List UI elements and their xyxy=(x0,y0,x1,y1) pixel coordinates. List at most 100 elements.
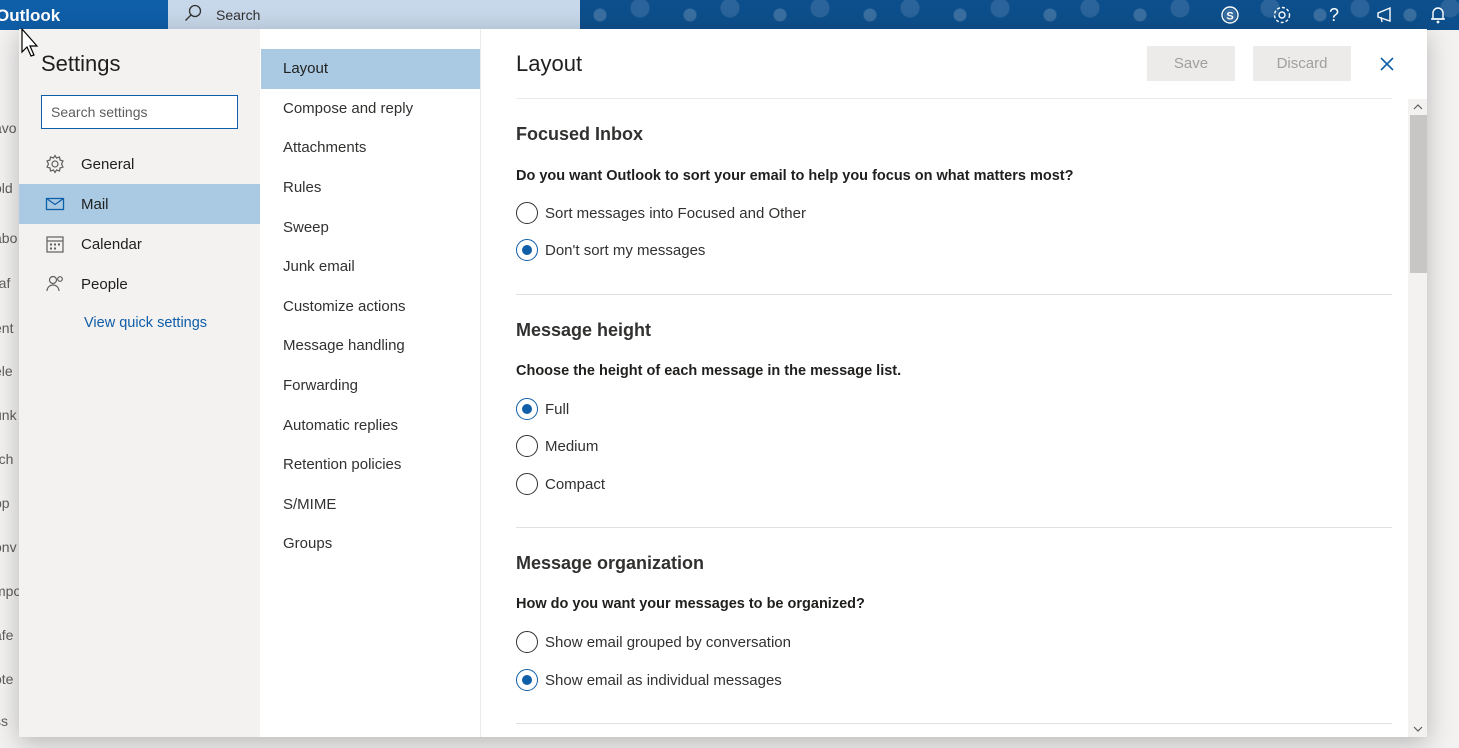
message-height-option-full[interactable]: Full xyxy=(516,398,569,420)
folder-fragment: raf xyxy=(0,275,11,291)
focused-inbox-option-dont-sort[interactable]: Don't sort my messages xyxy=(516,239,705,261)
subcategory-message-handling[interactable]: Message handling xyxy=(261,326,480,366)
subcategory-forwarding[interactable]: Forwarding xyxy=(261,366,480,406)
layout-settings-pane: Layout Save Discard Focused Inbox Do you… xyxy=(481,29,1427,737)
svg-text:?: ? xyxy=(1329,5,1339,25)
search-settings-input[interactable] xyxy=(41,95,238,129)
close-button[interactable] xyxy=(1374,51,1400,77)
section-divider xyxy=(516,723,1392,724)
scrollbar-thumb[interactable] xyxy=(1410,115,1427,273)
subcategory-junk-email[interactable]: Junk email xyxy=(261,247,480,287)
content-scrollbar[interactable] xyxy=(1408,99,1427,737)
option-label: Compact xyxy=(545,475,606,493)
discard-button[interactable]: Discard xyxy=(1253,46,1351,81)
message-height-heading: Message height xyxy=(516,320,652,340)
topbar-icons: S ? xyxy=(1217,0,1451,30)
settings-title: Settings xyxy=(41,51,121,76)
save-button[interactable]: Save xyxy=(1147,46,1235,81)
notifications-bell-icon[interactable] xyxy=(1425,2,1451,28)
outlook-topbar: Outlook Search S ? xyxy=(0,0,1459,30)
background-folder-strip: avo old abo raf ent ele unk rch pp onv m… xyxy=(0,30,20,748)
top-search-label: Search xyxy=(216,7,261,23)
focused-inbox-heading: Focused Inbox xyxy=(516,124,644,144)
app-name[interactable]: Outlook xyxy=(0,6,60,26)
close-icon xyxy=(1380,57,1394,71)
skype-icon[interactable]: S xyxy=(1217,2,1243,28)
scroll-up-arrow-icon[interactable] xyxy=(1411,100,1425,114)
focused-inbox-question: Do you want Outlook to sort your email t… xyxy=(516,168,1074,184)
section-divider xyxy=(516,527,1392,528)
subcategory-retention-policies[interactable]: Retention policies xyxy=(261,445,480,485)
message-organization-option-individual[interactable]: Show email as individual messages xyxy=(516,669,782,691)
folder-fragment: ent xyxy=(0,320,14,336)
section-divider xyxy=(516,294,1392,295)
category-general[interactable]: General xyxy=(19,144,260,184)
mail-icon xyxy=(45,194,65,214)
message-organization-question: How do you want your messages to be orga… xyxy=(516,596,865,612)
folder-fragment: rch xyxy=(0,451,14,467)
radio-button[interactable] xyxy=(516,631,538,653)
radio-button-selected[interactable] xyxy=(516,398,538,420)
option-label: Don't sort my messages xyxy=(545,241,706,259)
folder-fragment: ele xyxy=(0,363,13,379)
search-icon xyxy=(184,4,202,27)
category-calendar[interactable]: Calendar xyxy=(19,224,260,264)
category-people-label: People xyxy=(81,275,128,293)
folder-fragment: ss xyxy=(0,713,8,729)
folder-fragment: afe xyxy=(0,627,14,643)
subcategory-groups[interactable]: Groups xyxy=(261,524,480,564)
folder-fragment: old xyxy=(0,180,13,196)
message-height-option-medium[interactable]: Medium xyxy=(516,435,598,457)
subcategory-smime[interactable]: S/MIME xyxy=(261,485,480,525)
radio-button[interactable] xyxy=(516,435,538,457)
pane-title: Layout xyxy=(516,51,583,76)
subcategory-automatic-replies[interactable]: Automatic replies xyxy=(261,405,480,445)
category-general-label: General xyxy=(81,155,135,173)
option-label: Show email as individual messages xyxy=(545,671,782,689)
mail-subcategory-nav: Layout Compose and reply Attachments Rul… xyxy=(261,49,480,564)
category-people[interactable]: People xyxy=(19,264,260,304)
subcategory-customize-actions[interactable]: Customize actions xyxy=(261,287,480,327)
folder-fragment: unk xyxy=(0,407,17,423)
settings-category-nav: General Mail Calendar People xyxy=(19,144,260,304)
scroll-down-arrow-icon[interactable] xyxy=(1411,722,1425,736)
subcategory-sweep[interactable]: Sweep xyxy=(261,207,480,247)
settings-gear-icon[interactable] xyxy=(1269,2,1295,28)
message-height-option-compact[interactable]: Compact xyxy=(516,473,605,495)
category-mail-label: Mail xyxy=(81,195,109,213)
option-label: Full xyxy=(545,400,570,418)
folder-fragment: abo xyxy=(0,230,18,246)
option-label: Show email grouped by conversation xyxy=(545,633,791,651)
focused-inbox-option-sort[interactable]: Sort messages into Focused and Other xyxy=(516,202,806,224)
svg-text:S: S xyxy=(1226,11,1233,23)
folder-fragment: pp xyxy=(0,495,10,511)
radio-button-selected[interactable] xyxy=(516,239,538,261)
option-label: Sort messages into Focused and Other xyxy=(545,204,806,222)
top-search-box[interactable]: Search xyxy=(168,0,580,30)
radio-button[interactable] xyxy=(516,202,538,224)
folder-fragment: mpo xyxy=(0,583,20,599)
calendar-icon xyxy=(45,234,65,254)
help-icon[interactable]: ? xyxy=(1321,2,1347,28)
people-icon xyxy=(45,274,65,294)
settings-dialog: Settings General Mail Calendar xyxy=(19,29,1427,737)
category-mail[interactable]: Mail xyxy=(19,184,260,224)
mouse-cursor-icon xyxy=(20,27,40,63)
subcategory-attachments[interactable]: Attachments xyxy=(261,128,480,168)
settings-category-pane: Settings General Mail Calendar xyxy=(19,29,260,737)
radio-button[interactable] xyxy=(516,473,538,495)
message-organization-heading: Message organization xyxy=(516,553,705,573)
subcategory-layout[interactable]: Layout xyxy=(261,49,480,89)
folder-fragment: ote xyxy=(0,671,14,687)
radio-button-selected[interactable] xyxy=(516,669,538,691)
message-organization-option-conversation[interactable]: Show email grouped by conversation xyxy=(516,631,791,653)
folder-fragment: avo xyxy=(0,120,17,136)
layout-settings-content: Focused Inbox Do you want Outlook to sor… xyxy=(516,99,1392,737)
category-calendar-label: Calendar xyxy=(81,235,142,253)
folder-fragment: onv xyxy=(0,539,17,555)
subcategory-rules[interactable]: Rules xyxy=(261,168,480,208)
message-height-question: Choose the height of each message in the… xyxy=(516,363,902,379)
feedback-megaphone-icon[interactable] xyxy=(1373,2,1399,28)
view-quick-settings-link[interactable]: View quick settings xyxy=(84,315,207,331)
subcategory-compose-and-reply[interactable]: Compose and reply xyxy=(261,89,480,129)
